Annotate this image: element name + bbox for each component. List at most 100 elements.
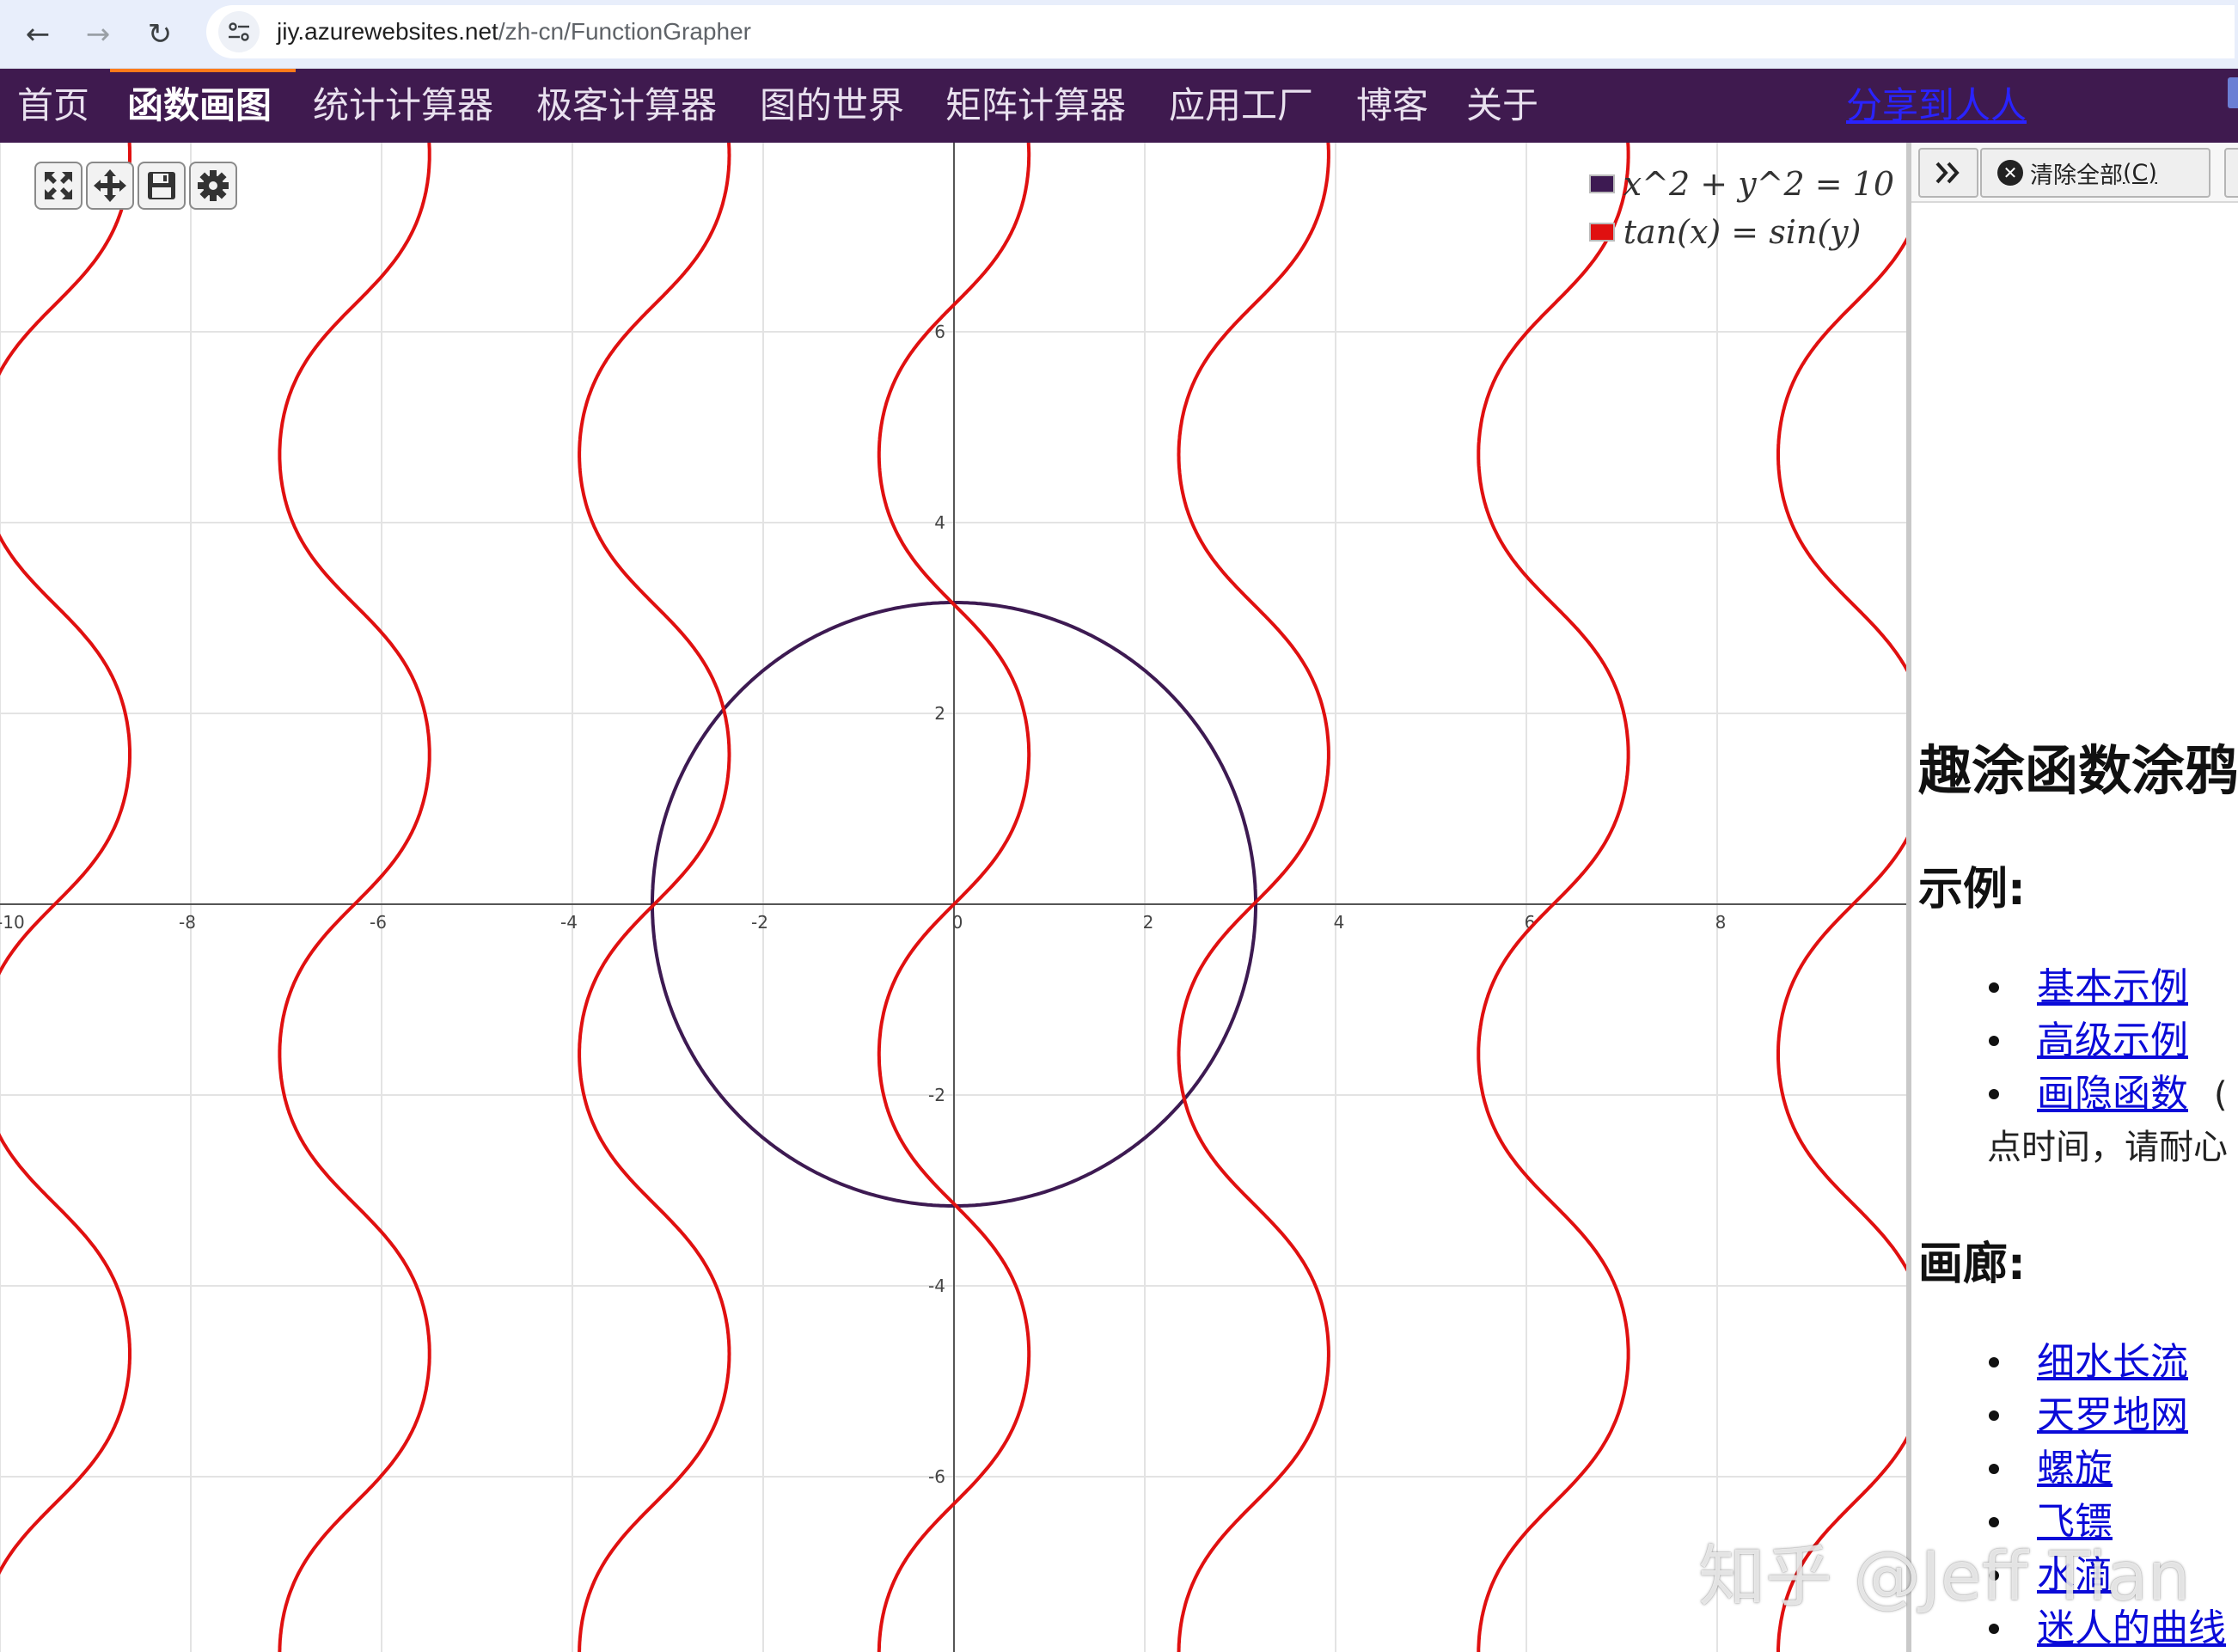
examples-list: 基本示例 高级示例 画隐函数 ( 点时间，请耐心 — [1911, 961, 2238, 1174]
color-swatch — [1588, 174, 1615, 193]
bullet — [1989, 1357, 1999, 1367]
nav-item-home[interactable]: 首页 — [17, 69, 89, 143]
gallery-link[interactable]: 水滴 — [2037, 1553, 2113, 1597]
color-swatch — [1588, 223, 1615, 242]
legend-label: tan(x) = sin(y) — [1623, 213, 1862, 251]
floppy-disk-icon — [148, 172, 175, 199]
bullet — [1989, 1410, 1999, 1421]
list-item: 细水长流 — [1911, 1336, 2238, 1389]
url-path: /zh-cn/FunctionGrapher — [498, 18, 751, 45]
function-plot[interactable]: -10-8-6-4-202468-6-4-2246 — [0, 143, 1906, 1652]
side-panel: ✕ 清除全部 (C) 趣涂函数涂鸦 示例: 基本示例 高级示例 画隐函数 ( 点时… — [1911, 143, 2238, 1652]
x-tick-label: 0 — [952, 912, 963, 933]
list-item: 迷人的曲线 — [1911, 1602, 2238, 1652]
implicit-curve-branch — [278, 143, 431, 1652]
nav-item-app-factory[interactable]: 应用工厂 — [1169, 69, 1313, 143]
x-tick-label: 2 — [1143, 912, 1154, 933]
list-item: 基本示例 — [1911, 961, 2238, 1014]
bullet — [1989, 1036, 1999, 1046]
x-tick-label: -2 — [751, 912, 768, 933]
implicit-curve-branch — [0, 143, 131, 1576]
share-renren-link[interactable]: 分享到人人 — [1846, 69, 2027, 143]
clear-all-label: 清除全部 — [2030, 162, 2123, 189]
bullet — [1989, 982, 1999, 993]
x-tick-label: 8 — [1715, 912, 1727, 933]
gallery-link[interactable]: 飞镖 — [2037, 1500, 2113, 1544]
x-tick-label: -8 — [179, 912, 196, 933]
panel-title: 趣涂函数涂鸦 — [1918, 739, 2238, 802]
axes — [0, 143, 1906, 1652]
clear-all-button[interactable]: ✕ 清除全部 (C) — [1980, 148, 2210, 198]
gallery-heading: 画廊: — [1918, 1239, 2026, 1290]
y-tick-label: -4 — [928, 1276, 945, 1296]
bullet — [1989, 1089, 1999, 1099]
nav-item-about[interactable]: 关于 — [1466, 69, 1538, 143]
x-tick-label: 4 — [1334, 912, 1345, 933]
double-chevron-right-icon — [1935, 162, 1960, 184]
gallery-link[interactable]: 细水长流 — [2037, 1340, 2188, 1384]
site-nav: 首页 函数画图 统计计算器 极客计算器 图的世界 矩阵计算器 应用工厂 博客 关… — [0, 69, 2238, 143]
examples-heading: 示例: — [1918, 864, 2026, 915]
graph-legend: x^2 + y^2 = 10 tan(x) = sin(y) — [1588, 160, 1894, 256]
collapse-panel-button[interactable] — [1918, 148, 1978, 198]
x-tick-label: -4 — [560, 912, 578, 933]
nav-item-matrix-calculator[interactable]: 矩阵计算器 — [945, 69, 1126, 143]
legend-label: x^2 + y^2 = 10 — [1623, 165, 1894, 203]
graph-canvas[interactable]: -10-8-6-4-202468-6-4-2246 — [0, 143, 1906, 1652]
example-link-advanced[interactable]: 高级示例 — [2037, 1019, 2188, 1062]
move-icon — [94, 169, 126, 202]
x-tick-label: -10 — [0, 912, 25, 933]
nav-item-blog[interactable]: 博客 — [1356, 69, 1428, 143]
list-item: 高级示例 — [1911, 1014, 2238, 1068]
legend-item[interactable]: x^2 + y^2 = 10 — [1588, 160, 1894, 208]
bullet — [1989, 1464, 1999, 1474]
address-bar[interactable]: jiy.azurewebsites.net/zh-cn/FunctionGrap… — [206, 5, 2235, 58]
gallery-link[interactable]: 迷人的曲线 — [2037, 1606, 2226, 1650]
legend-item[interactable]: tan(x) = sin(y) — [1588, 208, 1894, 256]
url-host: jiy.azurewebsites.net — [277, 18, 498, 45]
list-item: 天罗地网 — [1911, 1389, 2238, 1442]
nav-item-function-grapher[interactable]: 函数画图 — [127, 69, 272, 143]
example-note: ( — [2214, 1075, 2228, 1115]
back-button[interactable]: ← — [14, 10, 62, 58]
gallery-link[interactable]: 螺旋 — [2037, 1447, 2113, 1490]
gallery-link[interactable]: 天罗地网 — [2037, 1393, 2188, 1437]
list-item: 水滴 — [1911, 1549, 2238, 1602]
x-tick-label: -6 — [370, 912, 387, 933]
example-note-continued: 点时间，请耐心 — [1987, 1128, 2228, 1167]
panel-toolbar: ✕ 清除全部 (C) — [1911, 143, 2238, 203]
forward-button[interactable]: → — [74, 10, 122, 58]
list-item: 螺旋 — [1911, 1442, 2238, 1496]
url-text: jiy.azurewebsites.net/zh-cn/FunctionGrap… — [277, 18, 751, 46]
y-tick-label: -2 — [928, 1085, 945, 1105]
implicit-curve-branch — [1776, 236, 1906, 1652]
implicit-curve-branch — [1477, 143, 1630, 1652]
clear-shortcut: (C) — [2123, 159, 2157, 187]
graph-toolbar — [34, 162, 237, 210]
settings-button[interactable] — [189, 162, 237, 210]
list-item: 画隐函数 ( — [1911, 1068, 2238, 1121]
arrow-right-icon: → — [85, 17, 111, 52]
nav-item-graph-world[interactable]: 图的世界 — [760, 69, 904, 143]
expand-icon — [45, 172, 72, 199]
panel-toolbar-button[interactable] — [2224, 148, 2238, 198]
example-link-basic[interactable]: 基本示例 — [2037, 965, 2188, 1009]
nav-item-geek-calculator[interactable]: 极客计算器 — [536, 69, 717, 143]
nav-item-stats-calculator[interactable]: 统计计算器 — [313, 69, 493, 143]
save-button[interactable] — [138, 162, 186, 210]
arrow-left-icon: ← — [25, 17, 51, 52]
y-tick-label: -6 — [928, 1466, 945, 1487]
reload-button[interactable]: ↻ — [136, 10, 184, 58]
pan-button[interactable] — [86, 162, 134, 210]
list-item: 飞镖 — [1911, 1496, 2238, 1549]
bullet — [1989, 1517, 1999, 1527]
bullet — [1989, 1624, 1999, 1634]
nav-overflow-button[interactable] — [2228, 77, 2238, 108]
bullet — [1989, 1570, 1999, 1581]
implicit-curve-branch — [578, 143, 731, 1652]
site-settings-icon[interactable] — [218, 11, 260, 52]
example-link-implicit[interactable]: 画隐函数 — [2037, 1072, 2188, 1116]
y-tick-label: 4 — [934, 512, 945, 533]
reload-icon: ↻ — [147, 17, 173, 52]
fullscreen-button[interactable] — [34, 162, 83, 210]
